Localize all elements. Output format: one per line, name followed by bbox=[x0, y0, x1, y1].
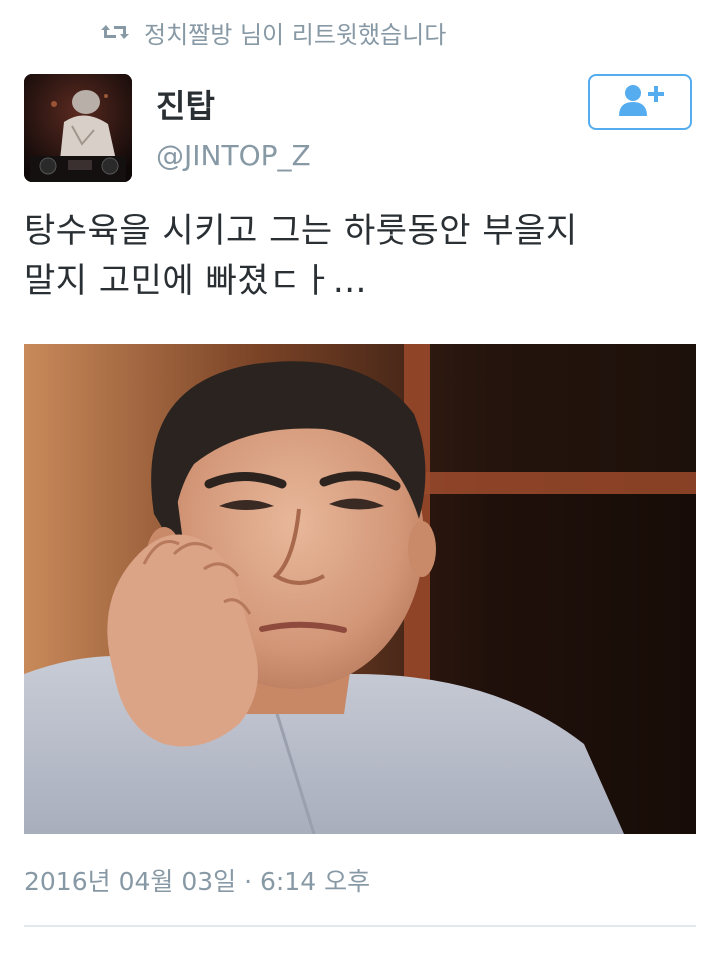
tweet-timestamp: 2016년 04월 03일 · 6:14 오후 bbox=[24, 867, 371, 896]
tweet-media-photo[interactable] bbox=[24, 344, 696, 834]
follow-button[interactable] bbox=[588, 74, 692, 130]
retweet-context[interactable]: 정치짤방 님이 리트윗했습니다 bbox=[100, 14, 446, 50]
divider bbox=[24, 925, 696, 927]
author-display-name[interactable]: 진탑 bbox=[156, 86, 215, 126]
avatar[interactable] bbox=[24, 74, 132, 182]
retweet-icon bbox=[100, 21, 130, 43]
retweet-text: 정치짤방 님이 리트윗했습니다 bbox=[144, 20, 447, 49]
tweet-text: 탕수육을 시키고 그는 하룻동안 부을지 말지 고민에 빠졌ㄷㅏ… bbox=[24, 206, 696, 306]
tweet-text-line: 탕수육을 시키고 그는 하룻동안 부을지 bbox=[24, 211, 578, 251]
author-handle[interactable]: @JINTOP_Z bbox=[156, 138, 311, 174]
tweet-text-line: 말지 고민에 빠졌ㄷㅏ… bbox=[24, 261, 368, 301]
add-user-icon bbox=[613, 82, 667, 122]
